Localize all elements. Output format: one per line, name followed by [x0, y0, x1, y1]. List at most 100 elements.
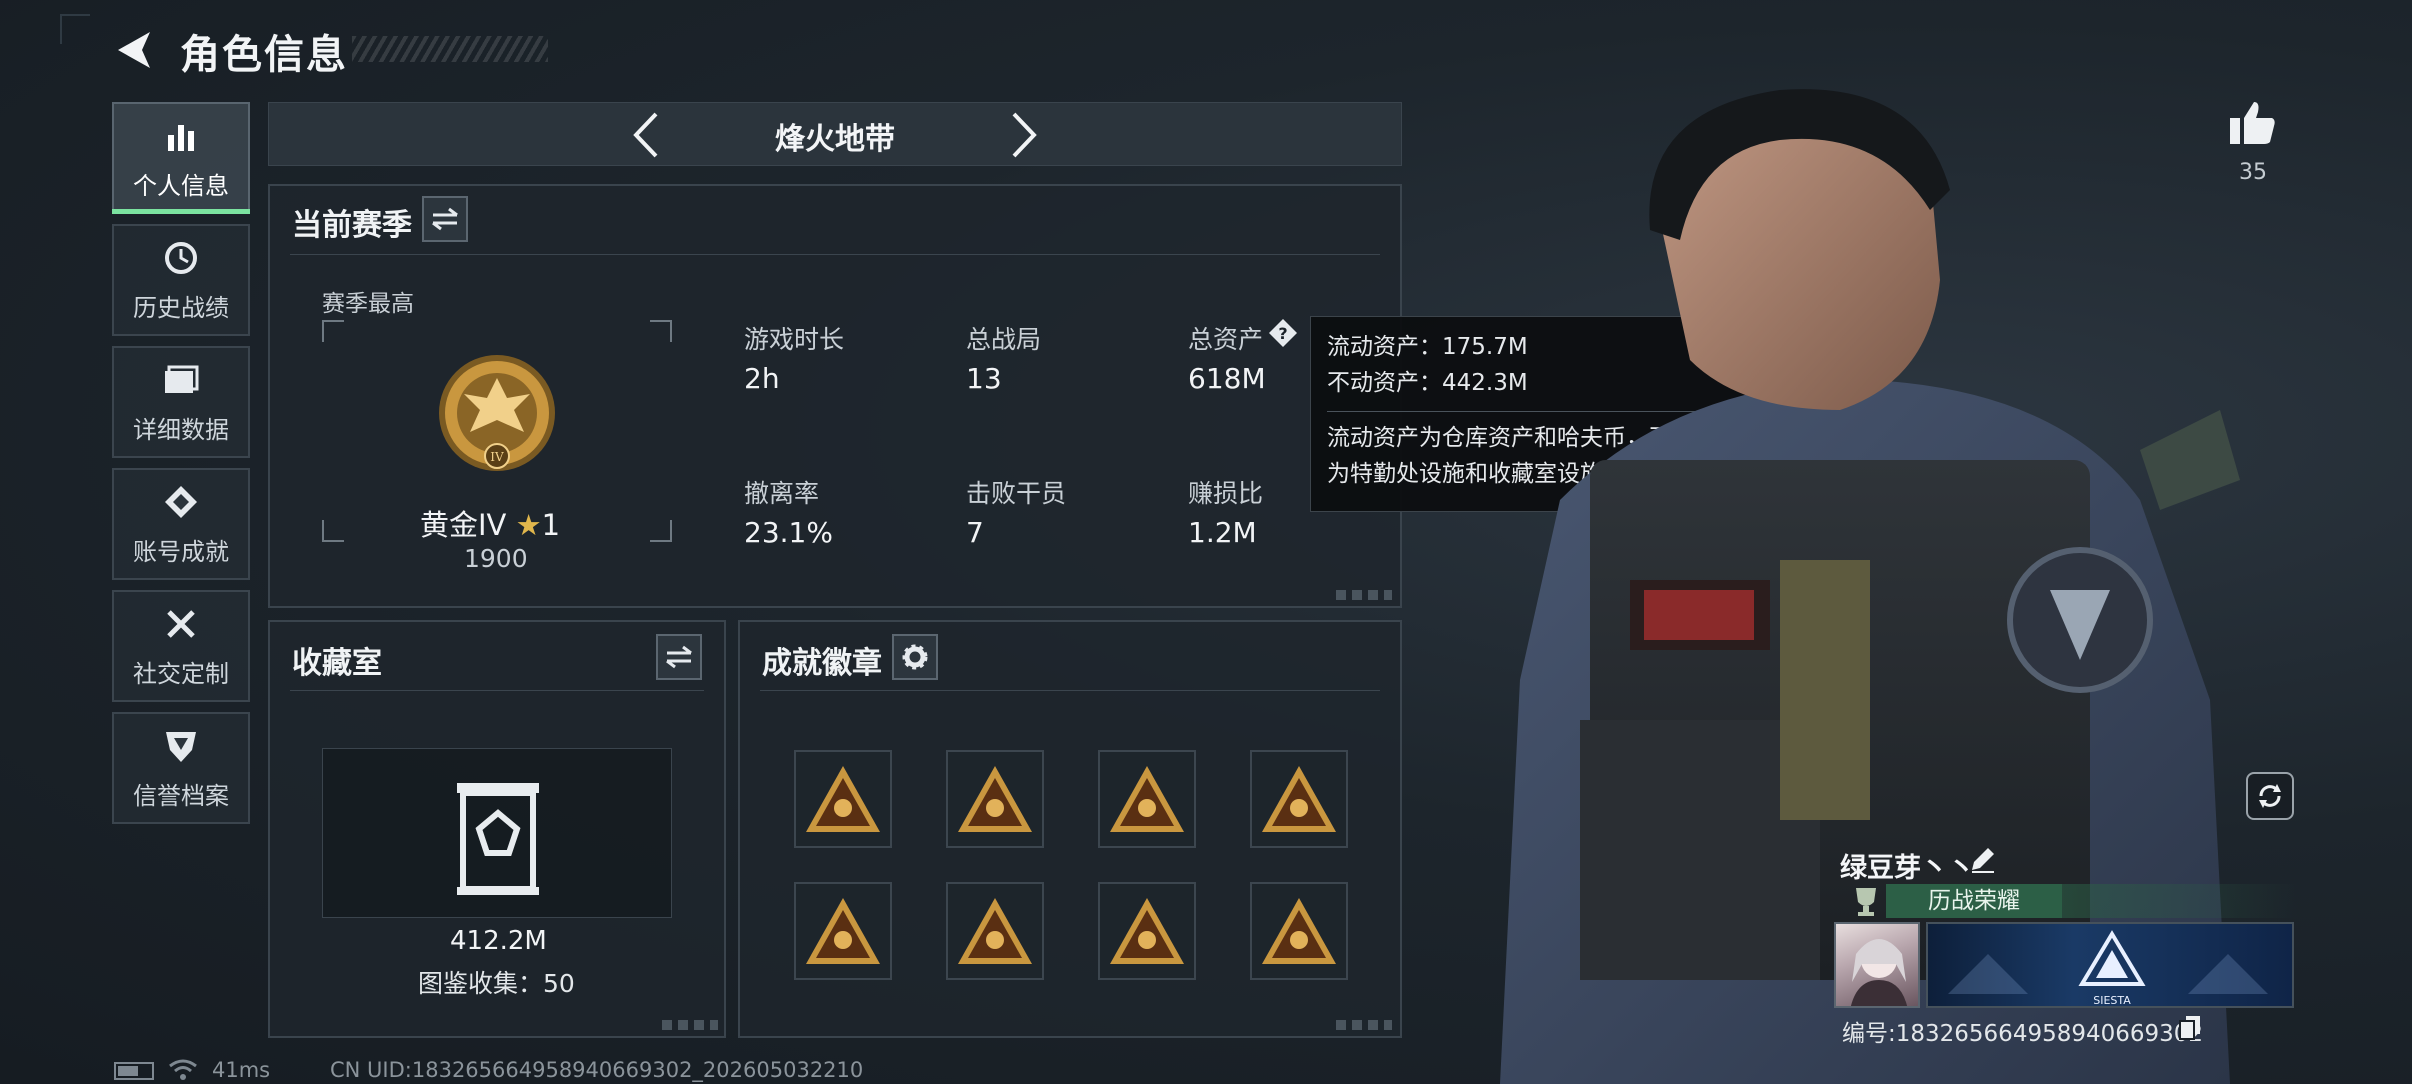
stat-label: 赚损比: [1188, 479, 1264, 508]
divider: [760, 690, 1380, 691]
trophy-icon: [1848, 884, 1886, 920]
sidebar: 个人信息 历史战绩 详细数据 账号成就 社交定制 信誉档案: [112, 102, 252, 834]
star-icon: ★: [515, 508, 542, 542]
stat-value: 618M: [1188, 362, 1266, 395]
swap-icon: [432, 207, 458, 231]
achievement-badge[interactable]: [946, 750, 1044, 848]
gold-rank-emblem: IV: [432, 348, 562, 482]
prev-mode-button[interactable]: [622, 108, 672, 162]
uid-text: CN UID:18326566495894066930​2_2026050322…: [330, 1058, 864, 1082]
swap-icon: [666, 645, 692, 669]
collection-preview[interactable]: [322, 748, 672, 918]
triangle-badge-icon: [1110, 766, 1184, 832]
triangle-badge-icon: [1262, 766, 1336, 832]
banner-text: SIESTA: [2093, 994, 2131, 1007]
honor-bar-decoration: [2062, 884, 2298, 918]
stat-label: 撤离率: [744, 479, 820, 508]
achievement-title: 成就徽章: [762, 646, 882, 681]
season-best-label: 赛季最高: [322, 291, 414, 317]
collection-count: 图鉴收集：50: [418, 969, 575, 998]
rank-points: 1900: [464, 544, 528, 573]
copy-icon: [2179, 1016, 2200, 1040]
collection-switch-button[interactable]: [656, 634, 702, 680]
triangle-badge-icon: [1262, 898, 1336, 964]
sidebar-item-label: 信誉档案: [133, 781, 229, 810]
achievement-badge[interactable]: [794, 750, 892, 848]
total-assets-help-button[interactable]: ?: [1268, 318, 1298, 348]
triangle-badge-icon: [1110, 898, 1184, 964]
achievement-badge[interactable]: [1098, 750, 1196, 848]
stat-value: 13: [966, 362, 1002, 395]
next-mode-button[interactable]: [998, 108, 1048, 162]
stat-value: 23.1%: [744, 516, 833, 549]
chevron-left-icon: [633, 112, 658, 158]
avatar[interactable]: [1834, 922, 1920, 1008]
sidebar-item-achievements[interactable]: 账号成就: [112, 468, 250, 580]
sidebar-item-social[interactable]: 社交定制: [112, 590, 250, 702]
chevron-right-icon: [1012, 112, 1037, 158]
season-title: 当前赛季: [292, 208, 412, 243]
title-decoration: [352, 36, 548, 62]
triangle-badge-icon: [806, 766, 880, 832]
svg-text:IV: IV: [490, 450, 504, 464]
bar-chart-icon: [164, 116, 198, 156]
sidebar-item-history[interactable]: 历史战绩: [112, 224, 250, 336]
stat-value: 1.2M: [1188, 516, 1257, 549]
stat-label: 游戏时长: [744, 325, 845, 354]
sidebar-item-label: 社交定制: [133, 659, 229, 688]
collection-room-icon: [457, 783, 539, 895]
edit-nickname-button[interactable]: [1968, 844, 2000, 876]
corner-decoration: [1336, 1020, 1392, 1030]
gear-icon: [902, 644, 928, 670]
stat-label: 总资产: [1188, 325, 1264, 354]
history-icon: [163, 238, 199, 278]
player-nickname: 绿豆芽丶丶: [1840, 853, 1975, 884]
battery-icon: [114, 1062, 154, 1080]
stat-label: 击败干员: [966, 479, 1067, 508]
sidebar-item-label: 详细数据: [133, 415, 229, 444]
thumbs-up-icon: [2230, 102, 2275, 144]
sidebar-item-label: 历史战绩: [133, 293, 229, 322]
stat-label: 总战局: [966, 325, 1042, 354]
achievement-badge[interactable]: [794, 882, 892, 980]
sidebar-item-reputation[interactable]: 信誉档案: [112, 712, 250, 824]
wifi-icon: [168, 1058, 198, 1082]
sidebar-item-personal-info[interactable]: 个人信息: [112, 102, 250, 214]
achievement-settings-button[interactable]: [892, 634, 938, 680]
svg-text:?: ?: [1278, 324, 1287, 343]
profile-banner[interactable]: SIESTA: [1926, 922, 2294, 1008]
page-title: 角色信息: [180, 32, 348, 78]
triangle-badge-icon: [958, 766, 1032, 832]
honor-title-badge[interactable]: 历战荣耀: [1886, 884, 2062, 918]
season-switch-button[interactable]: [422, 196, 468, 242]
corner-decoration: [60, 14, 90, 44]
achievement-badge[interactable]: [946, 882, 1044, 980]
achievement-badge[interactable]: [1250, 882, 1348, 980]
sidebar-item-label: 账号成就: [133, 537, 229, 566]
back-arrow-icon: [118, 32, 150, 68]
corner-decoration: [1336, 590, 1392, 600]
achievement-badge[interactable]: [1098, 882, 1196, 980]
refresh-button[interactable]: [2246, 772, 2294, 820]
player-id: 编号:18326566495894066930​2: [1842, 1021, 2204, 1047]
triangle-badge-icon: [958, 898, 1032, 964]
stat-value: 7: [966, 516, 984, 549]
achievement-badge[interactable]: [1250, 750, 1348, 848]
copy-id-button[interactable]: [2178, 1014, 2204, 1042]
corner-decoration: [662, 1020, 718, 1030]
rank-name: 黄金IV ★1: [420, 508, 561, 542]
collection-value: 412.2M: [450, 926, 547, 956]
pencil-icon: [1972, 848, 1994, 873]
like-button[interactable]: [2226, 96, 2280, 150]
ping-value: 41ms: [212, 1058, 271, 1082]
shield-icon: [164, 726, 198, 766]
sidebar-item-details[interactable]: 详细数据: [112, 346, 250, 458]
stat-value: 2h: [744, 362, 780, 395]
folder-icon: [163, 360, 199, 400]
achievement-icon: [163, 482, 199, 522]
back-button[interactable]: [112, 28, 156, 72]
like-count: 35: [2239, 160, 2267, 185]
mode-name: 烽火地带: [775, 122, 895, 157]
tools-icon: [163, 604, 199, 644]
divider: [290, 254, 1380, 255]
